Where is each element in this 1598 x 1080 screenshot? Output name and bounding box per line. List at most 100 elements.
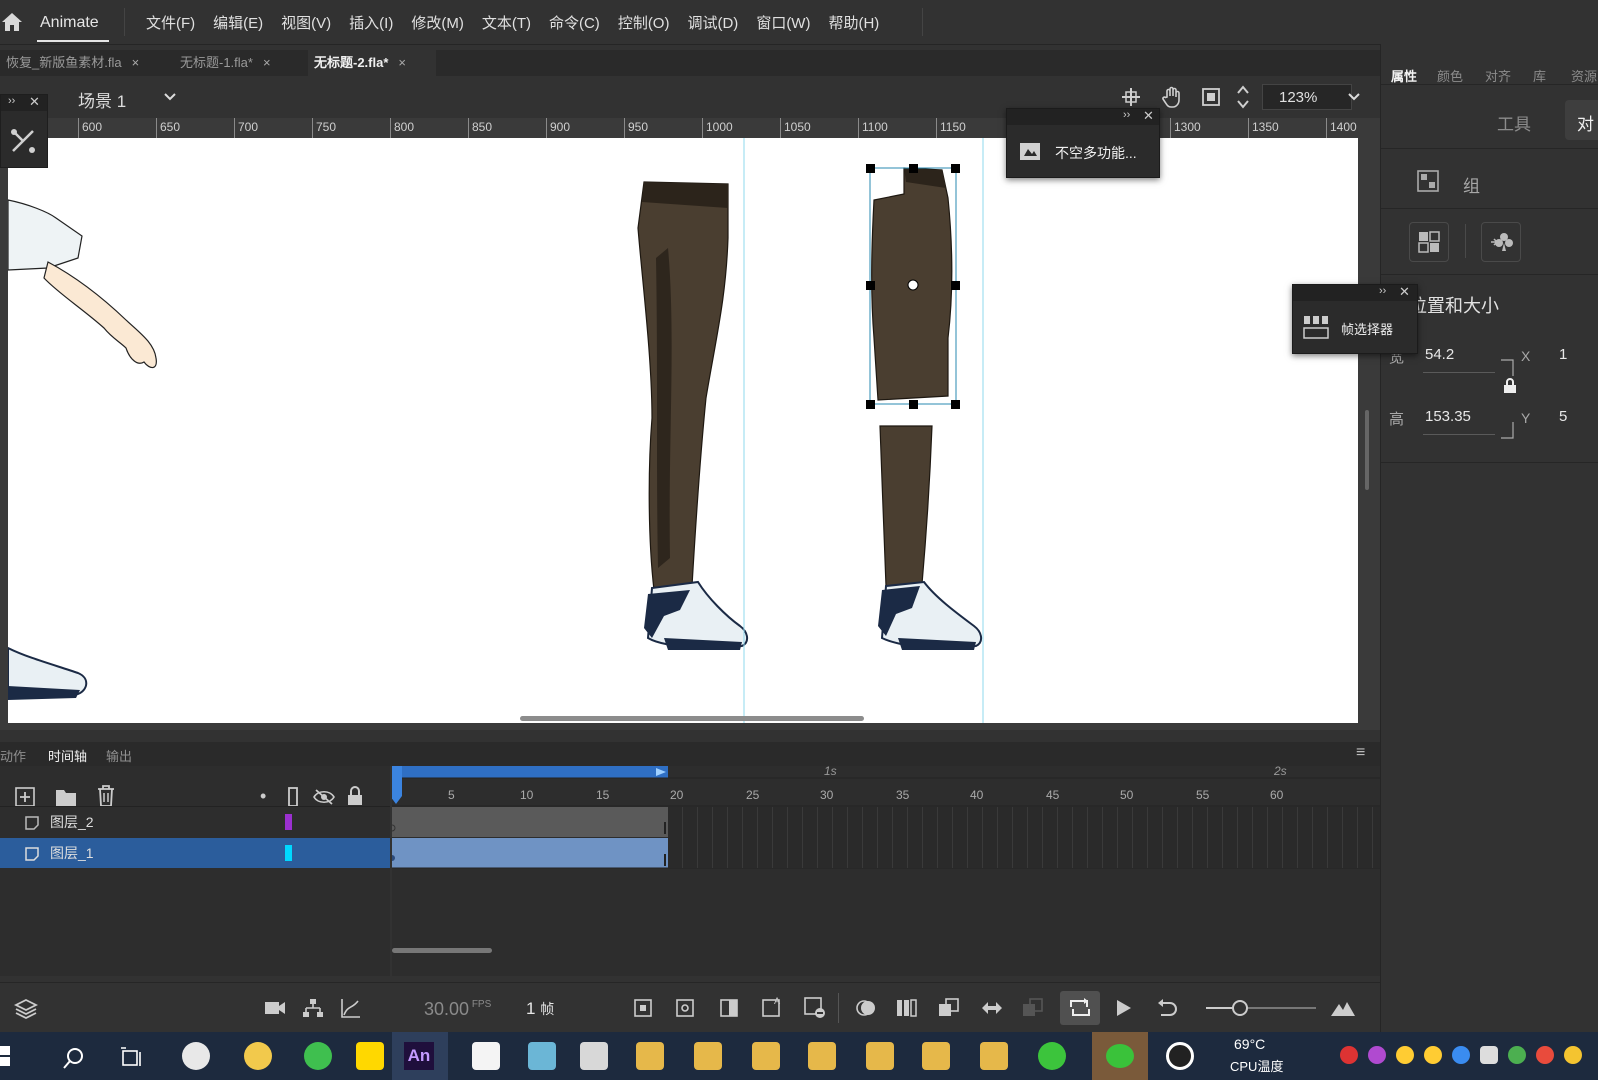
clip-stage-icon[interactable] bbox=[1200, 86, 1222, 108]
tab-color[interactable]: 颜色 bbox=[1437, 66, 1463, 85]
tray-app-icon[interactable] bbox=[1564, 1046, 1582, 1064]
trash-icon[interactable] bbox=[96, 784, 116, 808]
insert-frame-icon[interactable] bbox=[720, 999, 738, 1017]
panel-scrollbar[interactable] bbox=[1365, 410, 1369, 490]
tab-output[interactable]: 输出 bbox=[106, 746, 132, 765]
convert-symbol-button[interactable] bbox=[1481, 222, 1521, 262]
tray-bluetooth-icon[interactable] bbox=[1452, 1046, 1470, 1064]
app-icon-player[interactable] bbox=[356, 1042, 384, 1070]
insert-keyframe-icon[interactable] bbox=[634, 999, 652, 1017]
edit-multiple-frames-icon[interactable] bbox=[896, 997, 918, 1019]
app-icon-capture[interactable] bbox=[528, 1042, 556, 1070]
tray-chrome-icon[interactable] bbox=[1536, 1046, 1554, 1064]
stage-hscrollbar[interactable] bbox=[520, 716, 864, 721]
folder-icon[interactable] bbox=[752, 1042, 780, 1070]
panel-header[interactable] bbox=[1007, 109, 1159, 125]
folder-icon[interactable] bbox=[980, 1042, 1008, 1070]
layer-name[interactable]: 图层_1 bbox=[50, 838, 94, 868]
layer-row-1[interactable]: 图层_1 bbox=[0, 838, 390, 868]
tab-actions[interactable]: 动作 bbox=[0, 746, 26, 765]
layer2-frame-span[interactable] bbox=[392, 807, 668, 837]
play-icon[interactable] bbox=[1114, 999, 1132, 1017]
zoom-input[interactable]: 123% bbox=[1262, 84, 1352, 110]
close-icon[interactable]: ✕ bbox=[1143, 108, 1154, 124]
record-icon[interactable] bbox=[1166, 1042, 1194, 1070]
break-apart-button[interactable] bbox=[1409, 222, 1449, 262]
app-icon-notes[interactable] bbox=[472, 1042, 500, 1070]
mountain-icon[interactable] bbox=[1330, 999, 1356, 1017]
loop-button[interactable] bbox=[1060, 991, 1100, 1025]
leg-artwork-2[interactable] bbox=[871, 167, 982, 650]
undo-icon[interactable] bbox=[1156, 997, 1178, 1019]
camera-icon[interactable] bbox=[264, 999, 286, 1017]
onion-skin-icon[interactable] bbox=[854, 997, 878, 1019]
app-icon-pinwheel[interactable] bbox=[182, 1042, 210, 1070]
outline-toggle-icon[interactable] bbox=[286, 786, 300, 808]
app-wechat-active[interactable] bbox=[1092, 1032, 1148, 1080]
graph-icon[interactable] bbox=[340, 997, 362, 1019]
panel-menu-icon[interactable]: ≡ bbox=[1356, 744, 1365, 762]
close-icon[interactable]: × bbox=[263, 55, 271, 70]
scene-label[interactable]: 场景 1 bbox=[78, 87, 126, 112]
panel-button-more[interactable]: 不空多功能... bbox=[1055, 143, 1137, 163]
layer-row-2[interactable]: 图层_2 bbox=[0, 807, 390, 837]
new-layer-icon[interactable] bbox=[14, 786, 36, 808]
new-folder-icon[interactable] bbox=[54, 786, 78, 808]
task-view-icon[interactable] bbox=[120, 1046, 144, 1068]
app-icon-plus[interactable] bbox=[1038, 1042, 1066, 1070]
app-animate-active[interactable]: An bbox=[392, 1032, 448, 1080]
zoom-slider-thumb[interactable] bbox=[1232, 1000, 1248, 1016]
tray-record-icon[interactable] bbox=[1340, 1046, 1358, 1064]
tab-object[interactable]: 对 bbox=[1565, 100, 1598, 140]
close-icon[interactable]: × bbox=[132, 55, 140, 70]
hand-tool-icon[interactable] bbox=[1160, 85, 1184, 109]
eye-hidden-icon[interactable] bbox=[312, 788, 336, 806]
close-icon[interactable]: ✕ bbox=[1399, 284, 1410, 300]
insert-blank-keyframe-icon[interactable] bbox=[676, 999, 694, 1017]
tab-properties[interactable]: 属性 bbox=[1391, 66, 1417, 85]
layer-color-swatch[interactable] bbox=[285, 845, 292, 861]
folder-icon[interactable] bbox=[922, 1042, 950, 1070]
x-input[interactable]: 1 bbox=[1559, 346, 1567, 363]
folder-icon[interactable] bbox=[694, 1042, 722, 1070]
folder-icon[interactable] bbox=[866, 1042, 894, 1070]
app-icon-paint[interactable] bbox=[244, 1042, 272, 1070]
folder-icon[interactable] bbox=[636, 1042, 664, 1070]
home-icon[interactable] bbox=[0, 10, 24, 34]
paste-frames-icon[interactable] bbox=[1022, 997, 1044, 1019]
width-input[interactable]: 54.2 bbox=[1425, 346, 1454, 363]
timeline-hscrollbar[interactable] bbox=[392, 948, 492, 953]
current-frame[interactable]: 1 帧 bbox=[526, 999, 554, 1019]
tab-timeline[interactable]: 时间轴 bbox=[48, 746, 87, 765]
height-input[interactable]: 153.35 bbox=[1425, 408, 1471, 425]
close-icon[interactable]: × bbox=[398, 55, 406, 70]
tray-app-icon[interactable] bbox=[1480, 1046, 1498, 1064]
layers-icon[interactable] bbox=[14, 997, 38, 1021]
center-stage-icon[interactable] bbox=[1120, 86, 1142, 108]
arm-artwork[interactable] bbox=[8, 199, 157, 369]
menu-view[interactable]: 视图(V) bbox=[281, 12, 331, 33]
folder-icon[interactable] bbox=[808, 1042, 836, 1070]
stage-canvas[interactable] bbox=[8, 138, 1358, 723]
expand-icon[interactable]: ›› bbox=[1123, 109, 1130, 121]
menu-file[interactable]: 文件(F) bbox=[146, 12, 195, 33]
close-icon[interactable]: ✕ bbox=[29, 94, 40, 110]
layer1-frame-span[interactable] bbox=[392, 838, 668, 868]
menu-edit[interactable]: 编辑(E) bbox=[213, 12, 263, 33]
zoom-dropdown-icon[interactable] bbox=[1346, 90, 1362, 104]
menu-insert[interactable]: 插入(I) bbox=[349, 12, 393, 33]
empty-frames[interactable] bbox=[668, 807, 1380, 868]
section-title[interactable]: 位置和大小 bbox=[1409, 292, 1499, 318]
menu-command[interactable]: 命令(C) bbox=[549, 12, 600, 33]
auto-keyframe-icon[interactable]: A bbox=[762, 995, 784, 1017]
windows-start-icon[interactable] bbox=[0, 1046, 12, 1066]
tray-qq-icon[interactable] bbox=[1396, 1046, 1414, 1064]
delete-frame-icon[interactable] bbox=[804, 997, 826, 1019]
frame-value[interactable]: 1 bbox=[526, 999, 535, 1018]
chevron-down-icon[interactable] bbox=[162, 90, 178, 104]
tab-align[interactable]: 对齐 bbox=[1485, 66, 1511, 85]
layer-color-swatch[interactable] bbox=[285, 814, 292, 830]
tray-app-icon[interactable] bbox=[1368, 1046, 1386, 1064]
doc-tab-1[interactable]: 恢复_新版鱼素材.fla × bbox=[0, 50, 170, 76]
app-icon-box[interactable] bbox=[580, 1042, 608, 1070]
